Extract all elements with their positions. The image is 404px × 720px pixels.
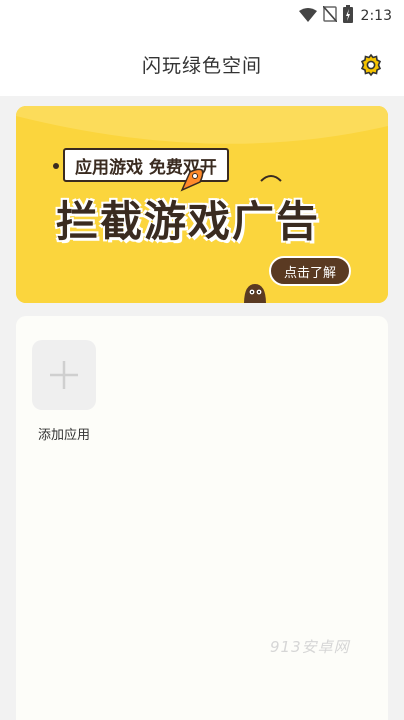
battery-charging-icon: [342, 5, 353, 27]
banner-headline: 拦截游戏广告: [56, 197, 321, 246]
settings-button[interactable]: [358, 52, 384, 78]
promo-banner[interactable]: 应用游戏 免费双开 拦截游戏广告 点击了解: [16, 106, 388, 303]
status-time: 2:13: [360, 8, 392, 24]
status-bar: 2:13: [0, 0, 404, 32]
app-header: 闪玩绿色空间: [0, 32, 404, 96]
sim-off-icon: [321, 5, 338, 26]
watermark: 913安卓网: [270, 638, 350, 656]
plus-icon: [50, 361, 78, 389]
mascot-icon: [244, 284, 266, 303]
gear-icon: [360, 53, 382, 77]
wifi-icon: [298, 7, 317, 26]
apps-panel: 添加应用: [16, 316, 388, 720]
add-app-button[interactable]: 添加应用: [32, 340, 96, 443]
add-app-label: 添加应用: [37, 428, 90, 443]
learn-more-button[interactable]: 点击了解: [269, 256, 351, 286]
add-app-tile[interactable]: [32, 340, 96, 410]
page-title: 闪玩绿色空间: [141, 54, 262, 77]
